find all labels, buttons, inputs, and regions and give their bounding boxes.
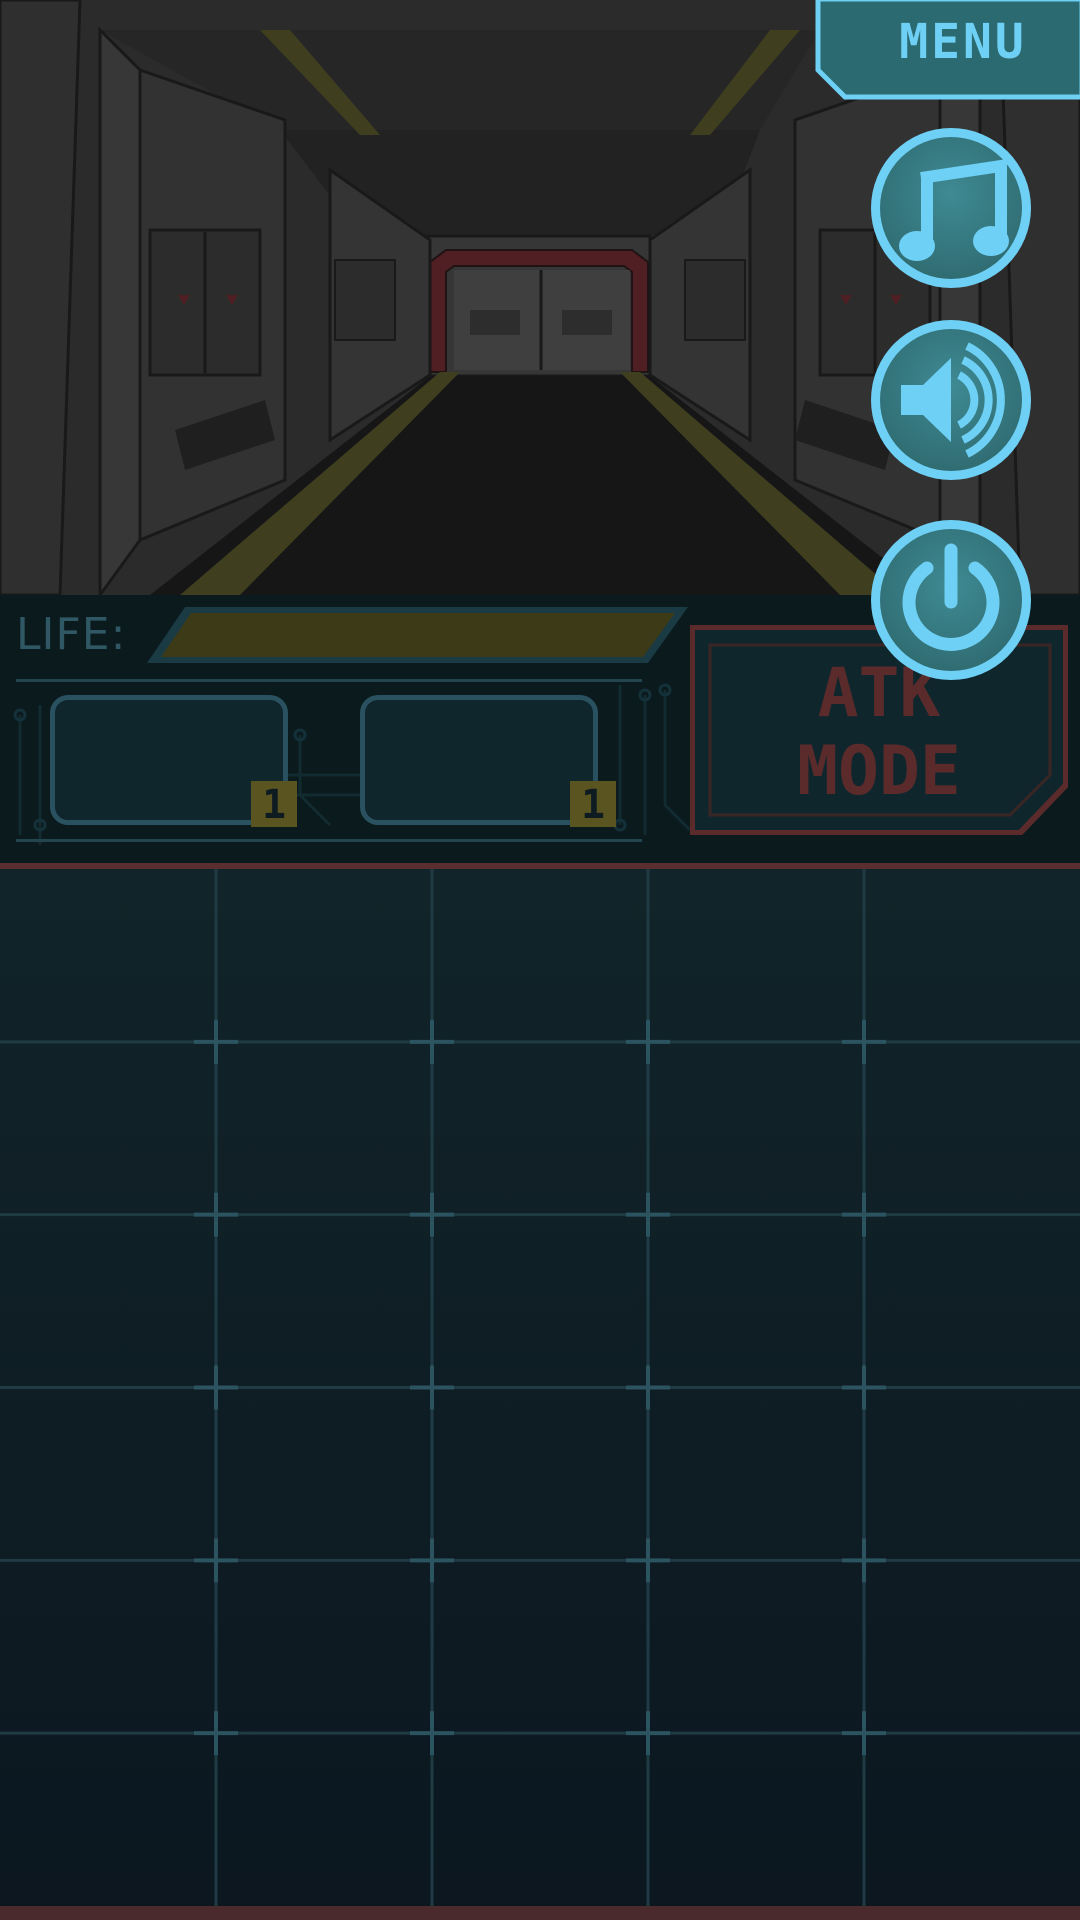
sound-toggle-button[interactable]: [871, 320, 1031, 480]
grid-cell[interactable]: [648, 869, 864, 1042]
item-slot-2[interactable]: [360, 695, 598, 825]
grid-cell[interactable]: [648, 1215, 864, 1388]
grid-cell[interactable]: [216, 1388, 432, 1561]
music-toggle-button[interactable]: [871, 128, 1031, 288]
grid-cell[interactable]: [864, 1733, 1080, 1906]
grid-cell[interactable]: [432, 1560, 648, 1733]
item-slot-1-count: 1: [251, 781, 297, 828]
grid-cell[interactable]: [648, 1733, 864, 1906]
grid-cell[interactable]: [216, 1560, 432, 1733]
grid-cell[interactable]: [0, 1733, 216, 1906]
grid-cell[interactable]: [216, 869, 432, 1042]
grid-cell[interactable]: [432, 1042, 648, 1215]
grid-cell[interactable]: [0, 1215, 216, 1388]
grid-cell[interactable]: [432, 869, 648, 1042]
grid-cell[interactable]: [216, 1042, 432, 1215]
life-bar: [147, 607, 688, 663]
grid-cell[interactable]: [0, 1388, 216, 1561]
grid-cell[interactable]: [864, 1560, 1080, 1733]
grid-cell[interactable]: [864, 1042, 1080, 1215]
menu-button[interactable]: MENU: [815, 0, 1080, 100]
grid-cell[interactable]: [864, 1388, 1080, 1561]
grid-cell[interactable]: [864, 1215, 1080, 1388]
divider: [16, 679, 642, 682]
grid-cell[interactable]: [432, 1215, 648, 1388]
game-grid[interactable]: [0, 869, 1080, 1906]
grid-cell[interactable]: [216, 1733, 432, 1906]
bottom-border: [0, 1906, 1080, 1920]
life-label: LIFE:: [16, 609, 127, 660]
item-slot-2-count: 1: [570, 781, 616, 828]
grid-cell[interactable]: [432, 1733, 648, 1906]
grid-cell[interactable]: [648, 1560, 864, 1733]
grid-cell[interactable]: [216, 1215, 432, 1388]
grid-cell[interactable]: [432, 1388, 648, 1561]
grid-cell[interactable]: [0, 1560, 216, 1733]
music-note-icon: [899, 159, 1009, 261]
power-button[interactable]: [871, 520, 1031, 680]
grid-cell[interactable]: [864, 869, 1080, 1042]
speaker-icon: [901, 342, 1005, 458]
life-bar-fill: [161, 613, 675, 657]
power-icon: [902, 543, 1000, 651]
grid-cell[interactable]: [648, 1388, 864, 1561]
divider: [16, 839, 642, 842]
grid-cell[interactable]: [0, 869, 216, 1042]
grid-cell[interactable]: [0, 1042, 216, 1215]
grid-cell[interactable]: [648, 1042, 864, 1215]
menu-label: MENU: [899, 14, 1027, 70]
